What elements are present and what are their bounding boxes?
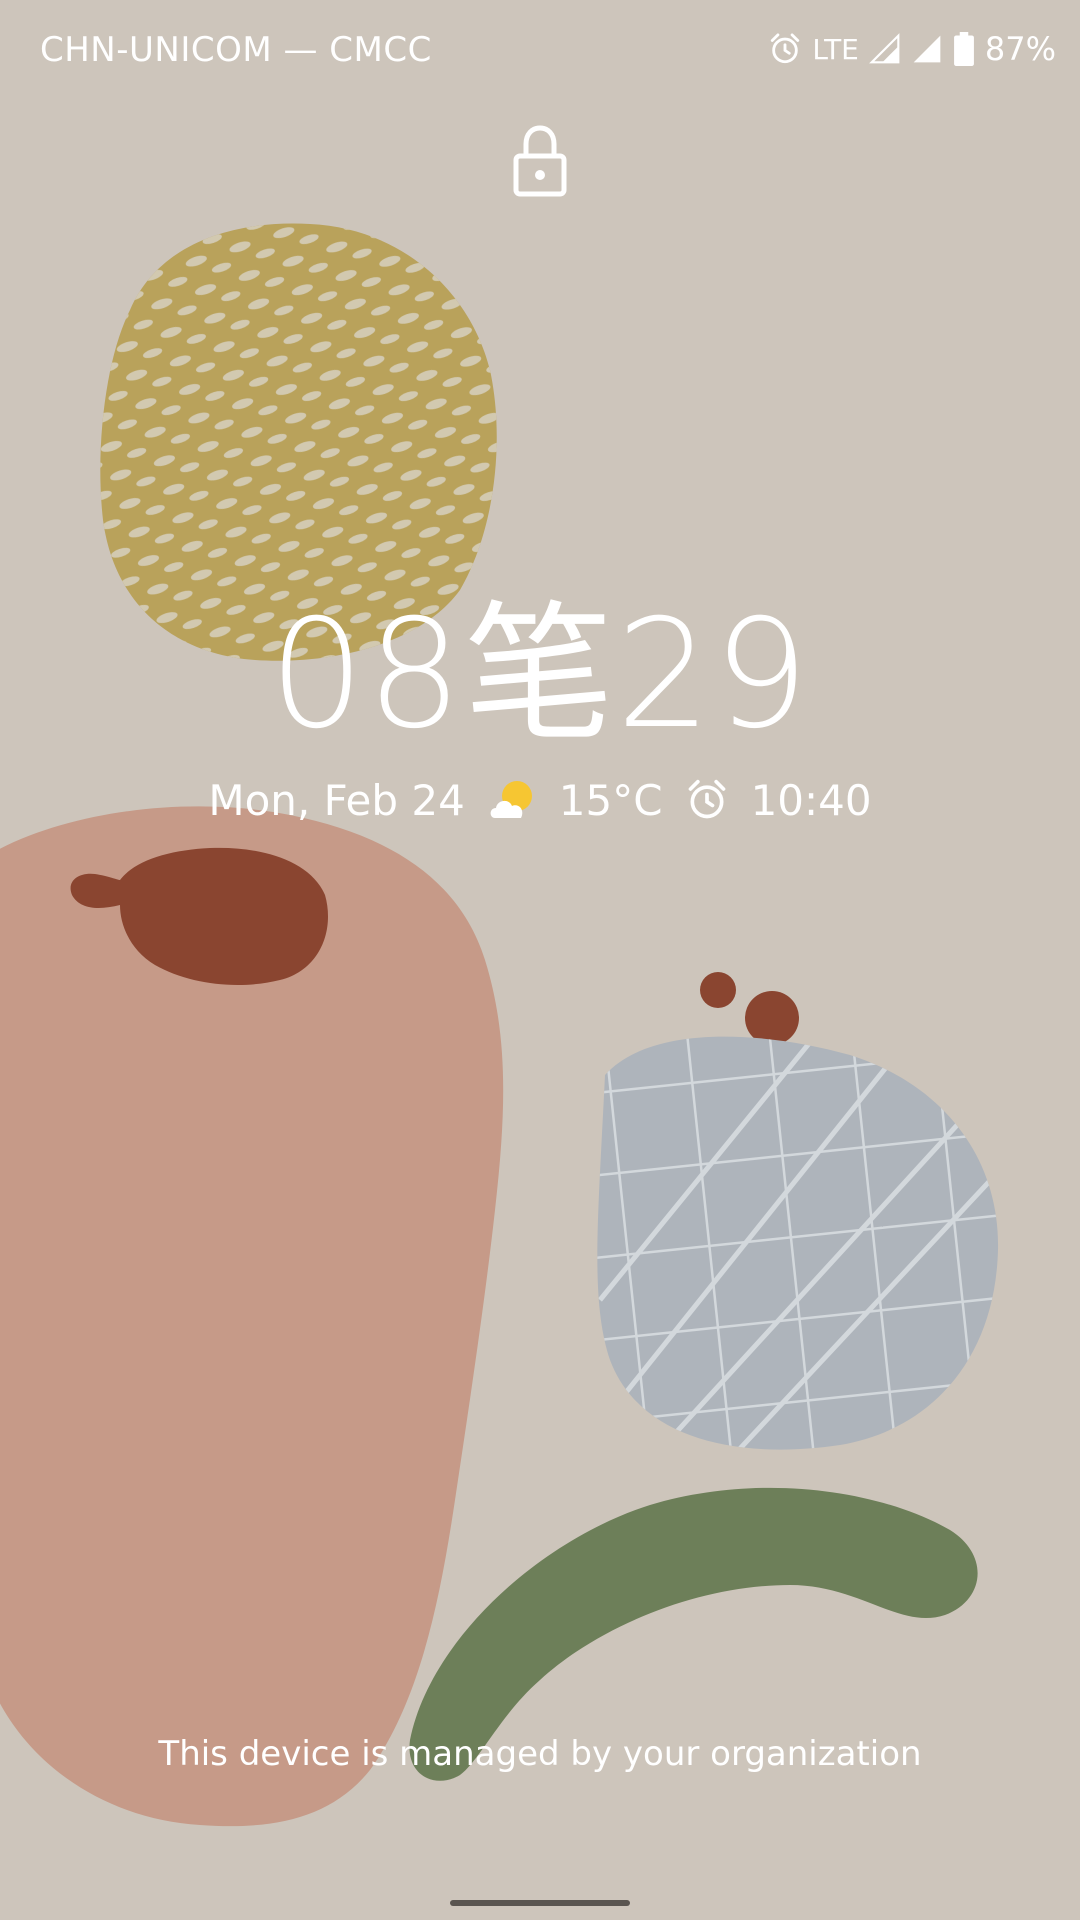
- smartspace-row: Mon, Feb 24 15°C 10:40: [0, 772, 1080, 828]
- status-bar: CHN-UNICOM — CMCC LTE 87%: [0, 0, 1080, 100]
- date-label[interactable]: Mon, Feb 24: [208, 776, 464, 825]
- status-icons: LTE 87%: [768, 28, 1056, 70]
- partly-cloudy-icon: [487, 778, 537, 822]
- lock-screen: CHN-UNICOM — CMCC LTE 87% 08笔29 Mon, Feb…: [0, 0, 1080, 1920]
- battery-icon: [953, 32, 975, 66]
- signal-icon: [868, 33, 901, 65]
- brown-dot: [700, 972, 736, 1008]
- battery-percent: 87%: [984, 30, 1056, 68]
- alarm-time-label[interactable]: 10:40: [751, 776, 872, 825]
- alarm-icon: [685, 778, 729, 822]
- temperature-label[interactable]: 15°C: [559, 776, 663, 825]
- lock-icon[interactable]: [512, 124, 568, 198]
- clock-time: 08笔29: [269, 588, 811, 762]
- brown-dot: [745, 991, 799, 1045]
- carrier-label: CHN-UNICOM — CMCC: [40, 30, 432, 70]
- home-indicator[interactable]: [450, 1900, 630, 1906]
- wallpaper: [0, 223, 999, 1827]
- signal-icon: [911, 33, 943, 65]
- network-type-label: LTE: [812, 32, 859, 66]
- alarm-icon: [768, 32, 802, 66]
- blue-blob: [597, 1036, 999, 1450]
- managed-device-notice: This device is managed by your organizat…: [158, 1734, 922, 1774]
